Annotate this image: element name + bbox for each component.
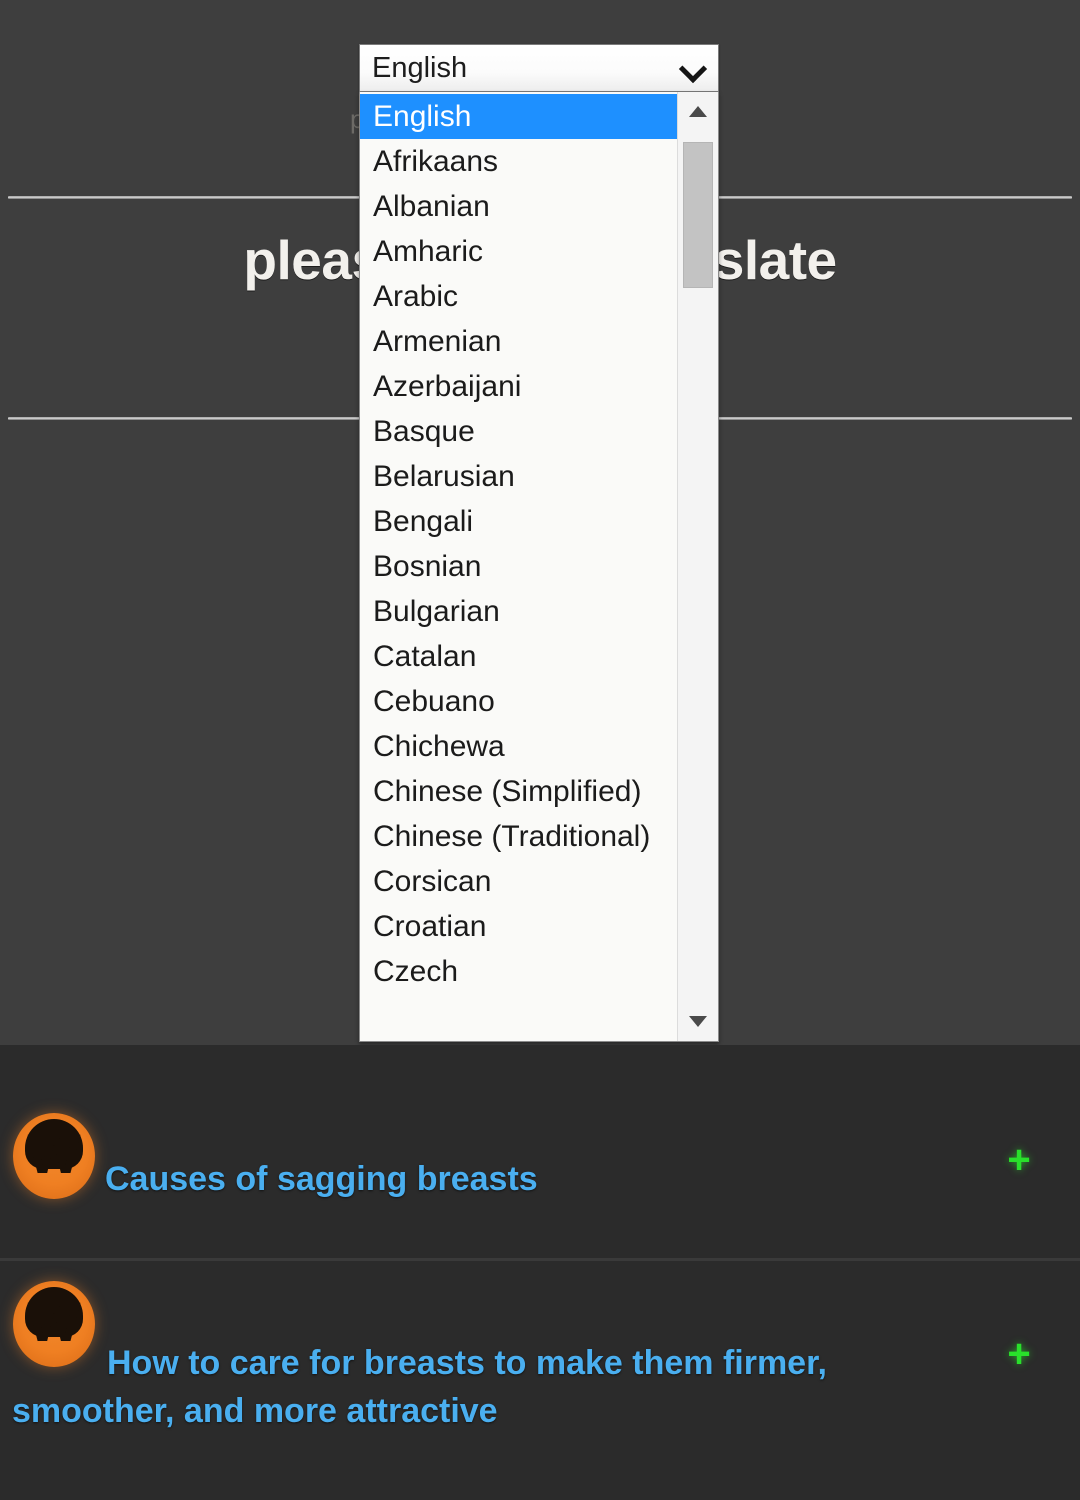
language-select[interactable]: English English Afrikaans Albanian Amharic A… bbox=[359, 44, 719, 1042]
article-row[interactable]: W Causes of sagging breasts + bbox=[0, 1045, 1080, 1258]
language-option[interactable]: Albanian bbox=[360, 184, 677, 229]
article-title-link[interactable]: Causes of sagging breasts bbox=[105, 1155, 925, 1203]
language-option[interactable]: Chichewa bbox=[360, 724, 677, 769]
language-option[interactable]: Bulgarian bbox=[360, 589, 677, 634]
article-row[interactable]: W How to care for breasts to make them fi… bbox=[0, 1258, 1080, 1500]
article-title-link[interactable]: How to care for breasts to make them fir… bbox=[12, 1339, 942, 1436]
scroll-down-arrow-icon[interactable] bbox=[678, 999, 718, 1041]
language-option[interactable]: Czech bbox=[360, 949, 677, 994]
wikihow-logo-letter: W bbox=[27, 1122, 81, 1185]
scrollbar-thumb[interactable] bbox=[683, 142, 713, 288]
language-option[interactable]: Catalan bbox=[360, 634, 677, 679]
language-option[interactable]: Arabic bbox=[360, 274, 677, 319]
article-list: W Causes of sagging breasts + W How to care … bbox=[0, 1045, 1080, 1500]
language-option[interactable]: Bengali bbox=[360, 499, 677, 544]
language-option[interactable]: English bbox=[360, 94, 677, 139]
scroll-up-arrow-icon[interactable] bbox=[678, 92, 718, 134]
language-option[interactable]: Cebuano bbox=[360, 679, 677, 724]
translate-section: p please wait to translate English Engli… bbox=[0, 0, 1080, 1045]
language-option[interactable]: Azerbaijani bbox=[360, 364, 677, 409]
language-options-scroll-area[interactable]: English Afrikaans Albanian Amharic Arabic Arm… bbox=[360, 92, 677, 1041]
language-option[interactable]: Chinese (Simplified) bbox=[360, 769, 677, 814]
language-select-button[interactable]: English bbox=[359, 44, 719, 92]
language-option[interactable]: Bosnian bbox=[360, 544, 677, 589]
language-option[interactable]: Armenian bbox=[360, 319, 677, 364]
language-option[interactable]: Afrikaans bbox=[360, 139, 677, 184]
expand-plus-icon[interactable]: + bbox=[1004, 1140, 1034, 1180]
language-option[interactable]: Basque bbox=[360, 409, 677, 454]
language-option[interactable]: Chinese (Traditional) bbox=[360, 814, 677, 859]
language-select-value: English bbox=[372, 53, 468, 83]
language-option[interactable]: Croatian bbox=[360, 904, 677, 949]
language-option[interactable]: Amharic bbox=[360, 229, 677, 274]
expand-plus-icon[interactable]: + bbox=[1004, 1334, 1034, 1374]
language-option-list[interactable]: English Afrikaans Albanian Amharic Arabic Arm… bbox=[359, 92, 719, 1042]
language-option[interactable]: Corsican bbox=[360, 859, 677, 904]
language-option[interactable]: Belarusian bbox=[360, 454, 677, 499]
wikihow-logo-icon: W bbox=[13, 1113, 95, 1199]
option-list-scrollbar[interactable] bbox=[677, 92, 718, 1041]
chevron-down-icon[interactable] bbox=[680, 54, 708, 82]
